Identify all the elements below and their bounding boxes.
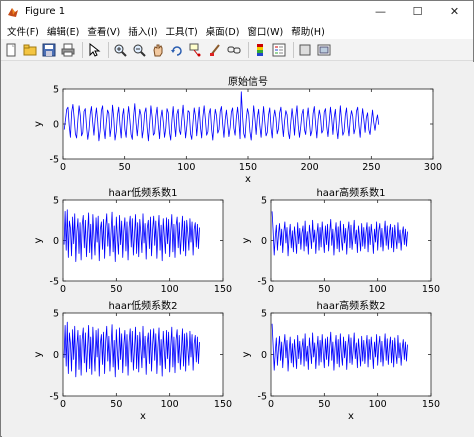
- y-tick-label: 0: [53, 120, 59, 131]
- chart-title: haar高频系数1: [316, 186, 385, 199]
- chart-title: haar低频系数2: [108, 299, 177, 312]
- rotate-icon[interactable]: [169, 42, 185, 58]
- y-tick-label: -5: [258, 392, 267, 403]
- chart-title: haar高频系数2: [316, 299, 385, 312]
- axes-5[interactable]: haar高频系数20 50 100 150-505xy: [241, 299, 440, 422]
- x-tick-label: 0: [268, 284, 274, 295]
- new-figure-icon[interactable]: [3, 42, 19, 58]
- x-tick-label: 50: [110, 399, 122, 410]
- menu-window[interactable]: 窗口(W): [243, 24, 287, 38]
- y-axis-label: y: [33, 121, 44, 127]
- minimize-button[interactable]: —: [362, 1, 399, 22]
- x-tick-label: 0: [60, 399, 66, 410]
- y-tick-label: 5: [53, 196, 59, 207]
- figure-canvas[interactable]: 原始信号 0 50 100 150 200 250 300 -5 0 5 x y haar低频系数1 0 50…: [2, 62, 474, 437]
- y-tick-label: 5: [53, 85, 59, 96]
- x-axis-label: x: [245, 174, 251, 185]
- close-button[interactable]: ✕: [436, 1, 473, 22]
- zoom-in-icon[interactable]: [112, 42, 128, 58]
- y-tick-label: -5: [258, 277, 267, 288]
- toolbar-separator: [293, 41, 294, 58]
- x-tick-label: 50: [318, 399, 330, 410]
- x-tick-label: 100: [369, 399, 387, 410]
- menu-edit[interactable]: 编辑(E): [43, 24, 83, 38]
- y-tick-label: 0: [53, 350, 59, 361]
- maximize-button[interactable]: ☐: [399, 1, 436, 22]
- figure-toolbar: [1, 39, 473, 61]
- colorbar-icon[interactable]: [252, 42, 268, 58]
- y-tick-label: 5: [53, 309, 59, 320]
- y-tick-label: 5: [261, 196, 267, 207]
- hide-plot-tools-icon[interactable]: [297, 42, 313, 58]
- menu-view[interactable]: 查看(V): [83, 24, 124, 38]
- y-tick-label: -5: [50, 277, 59, 288]
- x-tick-label: 150: [214, 399, 232, 410]
- y-tick-label: -5: [50, 155, 59, 166]
- toolbar-separator: [82, 41, 83, 58]
- x-tick-label: 250: [362, 162, 380, 173]
- menu-tools[interactable]: 工具(T): [161, 24, 201, 38]
- open-icon[interactable]: [22, 42, 38, 58]
- x-axis-label: x: [348, 411, 354, 422]
- y-tick-label: 0: [261, 350, 267, 361]
- menu-insert[interactable]: 插入(I): [124, 24, 161, 38]
- figure-svg: 原始信号0 50 100 150 200 250 300-505xyhaar低频系数10 50…: [33, 75, 442, 422]
- y-axis-label: y: [33, 351, 44, 357]
- window-title: Figure 1: [25, 6, 66, 17]
- axes-4[interactable]: haar低频系数20 50 100 150-505xy: [33, 299, 232, 422]
- toolbar-separator: [108, 41, 109, 58]
- link-icon[interactable]: [226, 42, 242, 58]
- y-axis-label: y: [33, 237, 44, 243]
- y-axis-label: y: [241, 351, 252, 357]
- menu-file[interactable]: 文件(F): [3, 24, 43, 38]
- x-tick-label: 150: [422, 399, 440, 410]
- x-tick-label: 100: [177, 162, 195, 173]
- axes-2[interactable]: haar低频系数10 50 100 150-505y: [33, 186, 232, 295]
- data-cursor-icon[interactable]: [188, 42, 204, 58]
- menu-bar: 文件(F) 编辑(E) 查看(V) 插入(I) 工具(T) 桌面(D) 窗口(W…: [1, 22, 473, 39]
- brush-icon[interactable]: [207, 42, 223, 58]
- save-icon[interactable]: [41, 42, 57, 58]
- legend-icon[interactable]: [271, 42, 287, 58]
- y-tick-label: 0: [53, 236, 59, 247]
- x-tick-label: 150: [214, 284, 232, 295]
- y-tick-label: 0: [261, 236, 267, 247]
- y-tick-label: -5: [50, 392, 59, 403]
- x-tick-label: 200: [301, 162, 319, 173]
- x-tick-label: 50: [318, 284, 330, 295]
- y-axis-label: y: [241, 237, 252, 243]
- x-tick-label: 50: [119, 162, 131, 173]
- x-tick-label: 150: [239, 162, 257, 173]
- toolbar-separator: [248, 41, 249, 58]
- pan-icon[interactable]: [150, 42, 166, 58]
- x-axis-label: x: [140, 411, 146, 422]
- axes-1[interactable]: 原始信号0 50 100 150 200 250 300-505xy: [33, 75, 442, 185]
- chart-title: haar低频系数1: [108, 186, 177, 199]
- axes-3[interactable]: haar高频系数10 50 100 150-505y: [241, 186, 440, 295]
- chart-title: 原始信号: [228, 75, 268, 88]
- x-tick-label: 100: [161, 399, 179, 410]
- x-tick-label: 150: [422, 284, 440, 295]
- x-tick-label: 0: [60, 284, 66, 295]
- axes-background: [62, 88, 434, 160]
- menu-help[interactable]: 帮助(H): [287, 24, 329, 38]
- zoom-out-icon[interactable]: [131, 42, 147, 58]
- print-icon[interactable]: [60, 42, 76, 58]
- x-tick-label: 100: [369, 284, 387, 295]
- x-tick-label: 100: [161, 284, 179, 295]
- x-tick-label: 300: [424, 162, 442, 173]
- title-bar: Figure 1 — ☐ ✕: [1, 1, 473, 22]
- show-plot-tools-icon[interactable]: [316, 42, 332, 58]
- pointer-icon[interactable]: [86, 42, 102, 58]
- menu-desktop[interactable]: 桌面(D): [202, 24, 244, 38]
- matlab-logo-icon: [7, 6, 19, 18]
- x-tick-label: 0: [60, 162, 66, 173]
- figure-window: Figure 1 — ☐ ✕ 文件(F) 编辑(E) 查看(V) 插入(I) 工…: [0, 0, 474, 437]
- y-tick-label: 5: [261, 309, 267, 320]
- x-tick-label: 50: [110, 284, 122, 295]
- x-tick-label: 0: [268, 399, 274, 410]
